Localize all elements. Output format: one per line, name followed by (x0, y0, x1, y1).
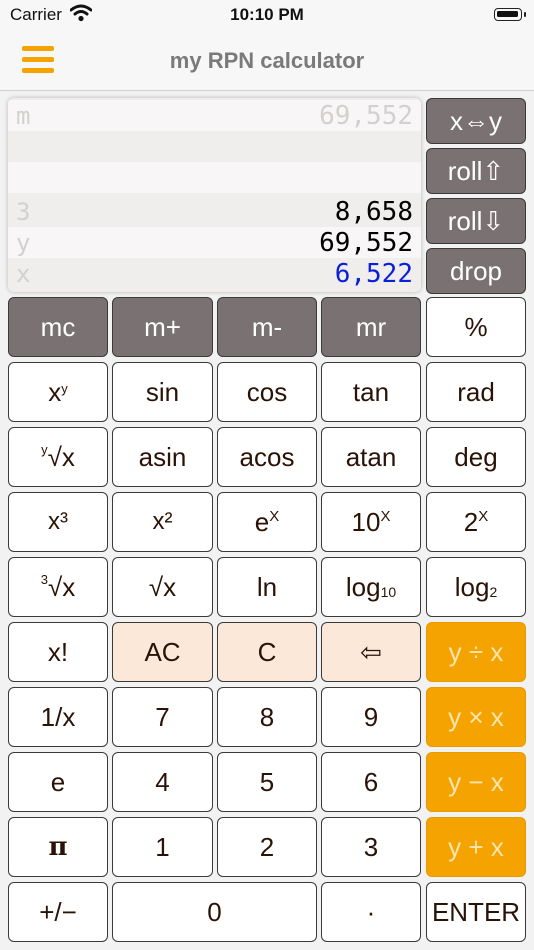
register-x-label: x (16, 260, 31, 288)
multiply-button[interactable]: y × x (426, 687, 526, 747)
all-clear-button[interactable]: AC (112, 622, 213, 682)
digit-9-button[interactable]: 9 (321, 687, 421, 747)
natural-log-button[interactable]: ln (217, 557, 317, 617)
memory-clear-button[interactable]: mc (8, 297, 108, 357)
square-button[interactable]: x² (112, 492, 213, 552)
memory-label: m (16, 102, 31, 130)
status-bar: Carrier 10:10 PM (0, 0, 534, 30)
register-3-value: 8,658 (334, 197, 413, 227)
digit-5-button[interactable]: 5 (217, 752, 317, 812)
rad-button[interactable]: rad (426, 362, 526, 422)
digit-7-button[interactable]: 7 (112, 687, 213, 747)
swap-xy-button[interactable]: x⇔y (426, 98, 526, 144)
clear-button[interactable]: C (217, 622, 317, 682)
sign-toggle-button[interactable]: +/− (8, 882, 108, 942)
register-x-value: 6,522 (334, 259, 413, 289)
register-3-label: 3 (16, 198, 31, 226)
square-root-button[interactable]: √x (112, 557, 213, 617)
stack-register-x: x 6,522 (8, 258, 421, 289)
backspace-icon[interactable]: ⇦ (321, 622, 421, 682)
euler-constant-button[interactable]: e (8, 752, 108, 812)
navigation-bar: my RPN calculator (0, 30, 534, 91)
yth-root-button[interactable]: y √x (8, 427, 108, 487)
memory-register: m 69,552 (8, 100, 421, 131)
cube-root-button[interactable]: 3 √x (8, 557, 108, 617)
add-button[interactable]: y + x (426, 817, 526, 877)
cube-button[interactable]: x³ (8, 492, 108, 552)
deg-button[interactable]: deg (426, 427, 526, 487)
register-y-value: 69,552 (319, 228, 413, 258)
battery-icon (494, 8, 526, 21)
memory-subtract-button[interactable]: m- (217, 297, 317, 357)
digit-2-button[interactable]: 2 (217, 817, 317, 877)
stack-register-y: y 69,552 (8, 227, 421, 258)
pi-button[interactable]: π (8, 817, 108, 877)
digit-8-button[interactable]: 8 (217, 687, 317, 747)
empty-register-row (8, 162, 421, 193)
percent-button[interactable]: % (426, 297, 526, 357)
sin-button[interactable]: sin (112, 362, 213, 422)
enter-button[interactable]: ENTER (426, 882, 526, 942)
divide-button[interactable]: y ÷ x (426, 622, 526, 682)
digit-3-button[interactable]: 3 (321, 817, 421, 877)
decimal-point-button[interactable]: · (321, 882, 421, 942)
roll-up-button[interactable]: roll⇧ (426, 148, 526, 194)
acos-button[interactable]: acos (217, 427, 317, 487)
subtract-button[interactable]: y − x (426, 752, 526, 812)
exp-button[interactable]: eX (217, 492, 317, 552)
memory-add-button[interactable]: m+ (112, 297, 213, 357)
log10-button[interactable]: log 10 (321, 557, 421, 617)
digit-4-button[interactable]: 4 (112, 752, 213, 812)
factorial-button[interactable]: x! (8, 622, 108, 682)
power-button[interactable]: xy (8, 362, 108, 422)
memory-recall-button[interactable]: mr (321, 297, 421, 357)
atan-button[interactable]: atan (321, 427, 421, 487)
drop-button[interactable]: drop (426, 248, 526, 294)
digit-6-button[interactable]: 6 (321, 752, 421, 812)
memory-value: 69,552 (319, 101, 413, 131)
power-of-two-button[interactable]: 2X (426, 492, 526, 552)
status-time: 10:10 PM (230, 5, 304, 24)
roll-down-button[interactable]: roll⇩ (426, 198, 526, 244)
power-of-ten-button[interactable]: 10 X (321, 492, 421, 552)
tan-button[interactable]: tan (321, 362, 421, 422)
app-title: my RPN calculator (169, 48, 365, 73)
digit-1-button[interactable]: 1 (112, 817, 213, 877)
register-y-label: y (16, 229, 31, 257)
asin-button[interactable]: asin (112, 427, 213, 487)
reciprocal-button[interactable]: 1/x (8, 687, 108, 747)
log2-button[interactable]: log 2 (426, 557, 526, 617)
digit-0-button[interactable]: 0 (112, 882, 317, 942)
empty-register-row (8, 131, 421, 162)
stack-display: m 69,552 3 8,658 y 69,552 x 6,522 (8, 98, 421, 292)
cos-button[interactable]: cos (217, 362, 317, 422)
stack-register-3: 3 8,658 (8, 196, 421, 227)
